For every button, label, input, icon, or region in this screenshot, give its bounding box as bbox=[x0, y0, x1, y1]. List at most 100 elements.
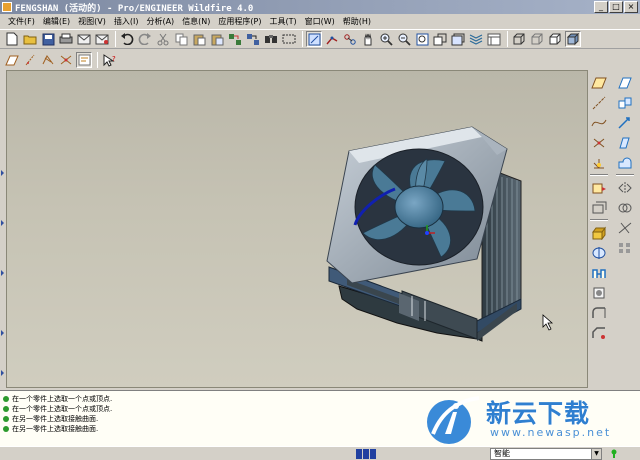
email-icon[interactable] bbox=[76, 31, 92, 47]
datum-display-icon[interactable] bbox=[306, 31, 322, 47]
maximize-button[interactable]: □ bbox=[609, 1, 623, 13]
selection-filter-dropdown[interactable]: 智能 ▼ bbox=[490, 448, 602, 460]
analysis-feature-icon[interactable] bbox=[590, 179, 608, 196]
selection-box-icon[interactable] bbox=[281, 31, 297, 47]
menu-applications[interactable]: 应用程序(P) bbox=[214, 14, 265, 28]
prompt-arrow-icon bbox=[3, 405, 9, 412]
sketch-plane-icon[interactable] bbox=[4, 52, 20, 68]
regen-manager-icon[interactable] bbox=[245, 31, 261, 47]
save-icon[interactable] bbox=[40, 31, 56, 47]
no-hidden-icon[interactable] bbox=[547, 31, 563, 47]
datum-axis-icon[interactable] bbox=[590, 94, 608, 111]
draft-icon[interactable] bbox=[616, 154, 634, 171]
cut-icon[interactable] bbox=[155, 31, 171, 47]
window-title: FENGSHAN (活动的) - Pro/ENGINEER Wildfire 4… bbox=[15, 4, 254, 14]
message-area: 在一个零件上选取一个点或顶点. 在一个零件上选取一个点或顶点. 在另一零件上选取… bbox=[0, 390, 640, 446]
menu-help[interactable]: 帮助(H) bbox=[339, 14, 375, 28]
regenerate-icon[interactable] bbox=[227, 31, 243, 47]
find-icon[interactable] bbox=[263, 31, 279, 47]
prompt-arrow-icon bbox=[3, 395, 9, 402]
hidden-line-icon[interactable] bbox=[529, 31, 545, 47]
copy-icon[interactable] bbox=[173, 31, 189, 47]
new-file-icon[interactable] bbox=[4, 31, 20, 47]
wireframe-icon[interactable] bbox=[511, 31, 527, 47]
layers-icon[interactable] bbox=[468, 31, 484, 47]
extrude-icon[interactable] bbox=[590, 224, 608, 241]
datum-plane-tool-icon[interactable] bbox=[616, 74, 634, 91]
cpu-fan-model[interactable] bbox=[7, 71, 588, 388]
chamfer-icon[interactable] bbox=[590, 324, 608, 341]
shading-icon[interactable] bbox=[565, 31, 581, 47]
menu-bar: 文件(F) 编辑(E) 视图(V) 插入(I) 分析(A) 信息(N) 应用程序… bbox=[0, 14, 640, 28]
minimize-button[interactable]: _ bbox=[594, 1, 608, 13]
revolve-icon[interactable] bbox=[590, 244, 608, 261]
watermark-text: 新云下载 bbox=[486, 399, 591, 428]
prompt-arrow-icon bbox=[3, 415, 9, 422]
shell-icon[interactable] bbox=[590, 199, 608, 216]
zoom-in-icon[interactable] bbox=[378, 31, 394, 47]
prompt-arrow-icon bbox=[3, 425, 9, 432]
secondary-toolbar: ? bbox=[0, 50, 130, 70]
sketch-point-icon[interactable] bbox=[40, 52, 56, 68]
menu-edit[interactable]: 编辑(E) bbox=[39, 14, 74, 28]
watermark-url: www.newasp.net bbox=[490, 426, 612, 439]
watermark-logo bbox=[427, 396, 480, 444]
context-help-icon[interactable]: ? bbox=[101, 52, 117, 68]
title-bar: FENGSHAN (活动的) - Pro/ENGINEER Wildfire 4… bbox=[0, 0, 640, 14]
message-line: 在一个零件上选取一个点或顶点. bbox=[3, 394, 112, 403]
paste-special-icon[interactable] bbox=[209, 31, 225, 47]
open-folder-icon[interactable] bbox=[22, 31, 38, 47]
datum-axes-icon[interactable] bbox=[324, 31, 340, 47]
svg-text:?: ? bbox=[112, 55, 116, 63]
menu-window[interactable]: 窗口(W) bbox=[301, 14, 339, 28]
close-button[interactable]: × bbox=[624, 1, 638, 13]
message-line: 在另一零件上选取接触曲面. bbox=[3, 414, 98, 423]
message-line: 在另一零件上选取接触曲面. bbox=[3, 424, 98, 433]
sketch-csys-icon[interactable] bbox=[58, 52, 74, 68]
datum-plane-icon[interactable] bbox=[590, 74, 608, 91]
datum-csys-icon[interactable] bbox=[590, 154, 608, 171]
undo-icon[interactable] bbox=[119, 31, 135, 47]
reorient-icon[interactable] bbox=[432, 31, 448, 47]
paste-icon[interactable] bbox=[191, 31, 207, 47]
sweep-icon[interactable] bbox=[590, 264, 608, 281]
menu-tools[interactable]: 工具(T) bbox=[266, 14, 301, 28]
trim-icon[interactable] bbox=[616, 219, 634, 236]
email-attach-icon[interactable] bbox=[94, 31, 110, 47]
zoom-fit-icon[interactable] bbox=[414, 31, 430, 47]
zoom-out-icon[interactable] bbox=[396, 31, 412, 47]
print-icon[interactable] bbox=[58, 31, 74, 47]
status-light-icon bbox=[611, 449, 617, 458]
menu-analysis[interactable]: 分析(A) bbox=[142, 14, 178, 28]
menu-view[interactable]: 视图(V) bbox=[74, 14, 110, 28]
main-toolbar bbox=[0, 29, 640, 49]
app-icon bbox=[2, 2, 12, 12]
mouse-cursor-icon bbox=[542, 314, 554, 331]
annotation-icon[interactable] bbox=[76, 52, 92, 68]
message-line: 在一个零件上选取一个点或顶点. bbox=[3, 404, 112, 413]
chevron-down-icon[interactable]: ▼ bbox=[591, 449, 601, 459]
pan-hand-icon[interactable] bbox=[360, 31, 376, 47]
menu-info[interactable]: 信息(N) bbox=[178, 14, 214, 28]
mirror-icon[interactable] bbox=[616, 179, 634, 196]
feature-tool-icon[interactable] bbox=[616, 114, 634, 131]
datum-points-icon[interactable] bbox=[342, 31, 358, 47]
pattern-icon[interactable] bbox=[616, 239, 634, 256]
redo-icon[interactable] bbox=[137, 31, 153, 47]
menu-insert[interactable]: 插入(I) bbox=[110, 14, 143, 28]
view-manager-icon[interactable] bbox=[486, 31, 502, 47]
feature-group-icon[interactable] bbox=[616, 94, 634, 111]
selection-buffer-icon[interactable] bbox=[356, 449, 376, 459]
merge-icon[interactable] bbox=[616, 199, 634, 216]
right-edit-toolbar bbox=[614, 72, 636, 253]
datum-curve-icon[interactable] bbox=[590, 114, 608, 131]
saved-views-icon[interactable] bbox=[450, 31, 466, 47]
right-feature-toolbar bbox=[588, 72, 610, 372]
rib-icon[interactable] bbox=[616, 134, 634, 151]
datum-point-icon[interactable] bbox=[590, 134, 608, 151]
graphics-window[interactable] bbox=[6, 70, 588, 388]
hole-icon[interactable] bbox=[590, 284, 608, 301]
menu-file[interactable]: 文件(F) bbox=[4, 14, 39, 28]
sketch-axis-icon[interactable] bbox=[22, 52, 38, 68]
round-icon[interactable] bbox=[590, 304, 608, 321]
